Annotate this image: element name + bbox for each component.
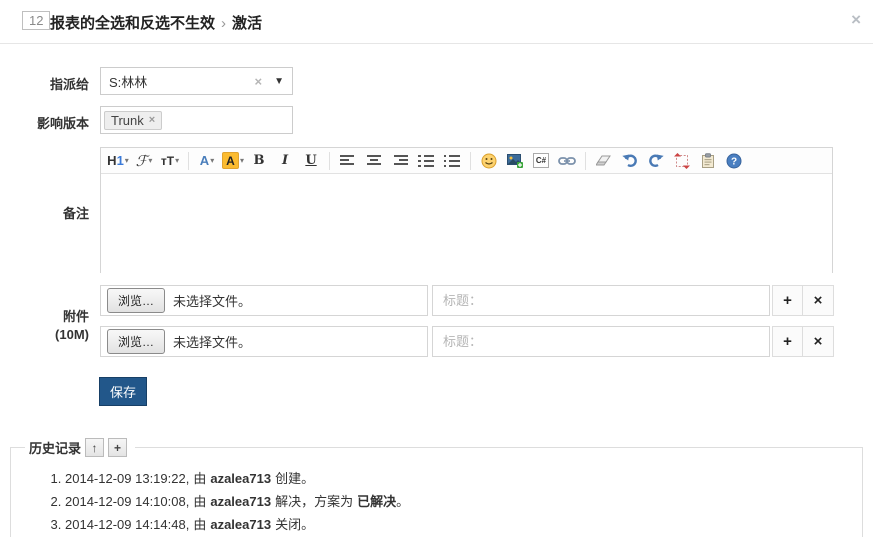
version-tag: Trunk × — [104, 110, 163, 130]
file-input[interactable]: 浏览… 未选择文件。 — [100, 326, 428, 357]
font-family-button[interactable]: ℱ ▾ — [133, 150, 155, 172]
attachment-title-field — [432, 285, 770, 316]
add-attachment-button[interactable]: + — [772, 326, 803, 357]
remove-format-icon[interactable] — [593, 150, 615, 172]
history-section: 历史记录 ↑ + 2014-12-09 13:19:22,由azalea713创… — [10, 438, 863, 537]
history-title: 历史记录 — [29, 441, 82, 456]
emoji-icon[interactable] — [478, 150, 500, 172]
toolbar-divider — [329, 151, 331, 170]
attachment-title-input[interactable] — [433, 327, 769, 356]
chevron-down-icon: ▼ — [274, 75, 284, 87]
tag-remove-icon[interactable]: × — [149, 114, 155, 126]
attachment-label: 附件 (10M) — [55, 309, 89, 342]
align-center-icon[interactable] — [363, 150, 385, 172]
italic-button[interactable]: I — [274, 150, 296, 172]
highlight-color-button[interactable]: A ▾ — [222, 150, 244, 172]
history-legend: 历史记录 ↑ + — [25, 438, 135, 457]
redo-icon[interactable] — [645, 150, 667, 172]
attachment-title-field — [432, 326, 770, 357]
svg-text:?: ? — [731, 156, 737, 167]
bold-button[interactable]: B — [248, 150, 270, 172]
close-icon[interactable]: × — [851, 11, 861, 28]
remove-attachment-button[interactable]: × — [803, 326, 834, 357]
undo-icon[interactable] — [619, 150, 641, 172]
remark-label: 备注 — [62, 206, 89, 221]
history-user: azalea713 — [210, 471, 272, 486]
align-left-icon[interactable] — [337, 150, 359, 172]
expand-icon[interactable]: + — [108, 438, 128, 457]
collapse-icon[interactable]: ↑ — [85, 438, 105, 457]
action-label: 激活 — [232, 15, 263, 32]
heading-button[interactable]: H 1 ▾ — [107, 150, 129, 172]
history-item: 2014-12-09 13:19:22,由azalea713创建。 — [65, 467, 862, 490]
history-item: 2014-12-09 14:14:48,由azalea713关闭。 — [65, 513, 862, 536]
toolbar-divider — [585, 151, 587, 170]
attachment-row: 浏览… 未选择文件。 + × — [100, 326, 834, 357]
bug-title: 报表的全选和反选不生效 — [50, 15, 216, 32]
font-size-button[interactable]: тT ▾ — [159, 150, 181, 172]
align-right-icon[interactable] — [389, 150, 411, 172]
no-file-text: 未选择文件。 — [173, 294, 252, 309]
version-label: 影响版本 — [36, 116, 89, 131]
bullet-list-icon[interactable] — [441, 150, 463, 172]
ordered-list-icon[interactable] — [415, 150, 437, 172]
browse-button[interactable]: 浏览… — [107, 329, 166, 354]
assigned-select[interactable]: S:林林 × ▼ — [100, 67, 293, 95]
bug-id-badge: 12 — [22, 11, 51, 30]
file-input[interactable]: 浏览… 未选择文件。 — [100, 285, 428, 316]
remark-editor-content[interactable] — [101, 174, 832, 273]
version-tag-text: Trunk — [111, 112, 144, 128]
fullscreen-icon[interactable] — [671, 150, 693, 172]
caret-icon: ▾ — [124, 156, 129, 165]
caret-icon: ▾ — [210, 156, 215, 165]
clear-icon[interactable]: × — [255, 74, 263, 89]
attachment-title-input[interactable] — [433, 286, 769, 315]
save-button[interactable]: 保存 — [99, 377, 147, 406]
attachment-row: 浏览… 未选择文件。 + × — [100, 285, 834, 316]
page-title: 报表的全选和反选不生效 › 激活 — [50, 12, 262, 33]
browse-button[interactable]: 浏览… — [107, 288, 166, 313]
toolbar-divider — [188, 151, 189, 170]
caret-icon: ▾ — [240, 156, 245, 165]
no-file-text: 未选择文件。 — [173, 335, 252, 350]
caret-icon: ▾ — [175, 156, 180, 165]
help-icon[interactable]: ? — [723, 150, 745, 172]
assigned-value: S:林林 — [109, 74, 148, 90]
toolbar-divider — [470, 151, 472, 170]
assigned-label: 指派给 — [49, 77, 89, 92]
history-item: 2014-12-09 14:10:08,由azalea713解决，方案为已解决。 — [65, 490, 862, 513]
insert-image-icon[interactable] — [504, 150, 526, 172]
caret-icon: ▾ — [148, 156, 153, 165]
history-user: azalea713 — [210, 517, 272, 532]
link-icon[interactable] — [556, 150, 578, 172]
version-input[interactable]: Trunk × — [100, 106, 293, 134]
underline-button[interactable]: U — [300, 150, 322, 172]
title-separator: › — [221, 15, 227, 32]
remove-attachment-button[interactable]: × — [803, 285, 834, 316]
header: 12 报表的全选和反选不生效 › 激活 × — [0, 0, 873, 44]
insert-code-icon[interactable]: C# — [530, 150, 552, 172]
bug-activate-page: 12 报表的全选和反选不生效 › 激活 × 指派给 S:林林 × ▼ 影响版本 Tr… — [0, 0, 873, 537]
font-color-button[interactable]: A ▾ — [196, 150, 218, 172]
history-list: 2014-12-09 13:19:22,由azalea713创建。 2014-1… — [65, 467, 862, 536]
paste-source-icon[interactable] — [697, 150, 719, 172]
editor-toolbar: H 1 ▾ ℱ ▾ тT ▾ A ▾ A ▾ B I U C# ? — [101, 148, 832, 174]
add-attachment-button[interactable]: + — [772, 285, 803, 316]
history-user: azalea713 — [210, 494, 272, 509]
history-resolution: 已解决 — [357, 494, 397, 509]
remark-editor: H 1 ▾ ℱ ▾ тT ▾ A ▾ A ▾ B I U C# ? — [100, 147, 833, 273]
